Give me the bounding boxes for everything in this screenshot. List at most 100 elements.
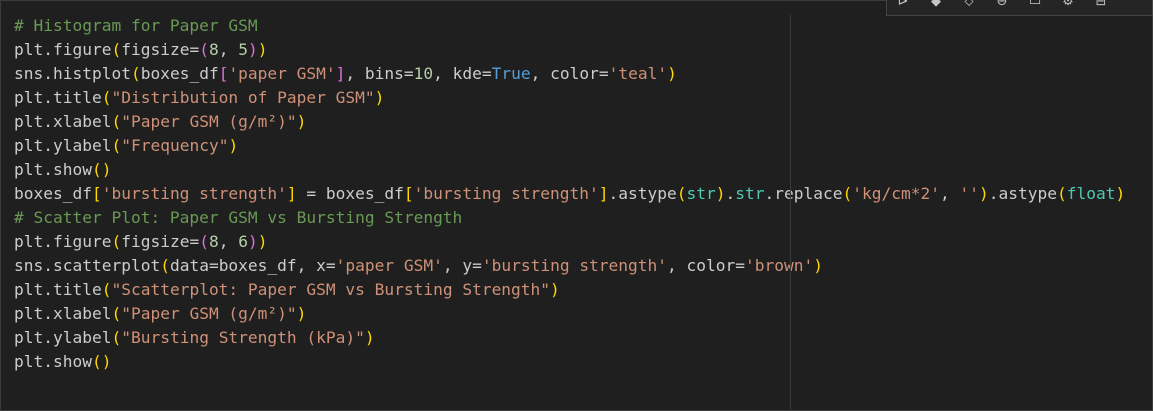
code-line[interactable]: boxes_df['bursting strength'] = boxes_df… — [14, 182, 1125, 206]
code-line[interactable]: sns.histplot(boxes_df['paper GSM'], bins… — [14, 62, 1125, 86]
code-token: , — [218, 40, 239, 59]
code-token: . — [43, 136, 53, 155]
code-token: plt — [14, 112, 44, 131]
code-token: "Frequency" — [121, 136, 229, 155]
gear-icon: ⚙ — [1062, 0, 1074, 9]
delete-icon[interactable]: ⊟ — [1085, 0, 1117, 15]
code-token: ) — [247, 232, 258, 251]
code-token: color — [686, 256, 736, 275]
code-token: 'paper GSM' — [335, 256, 443, 275]
code-token: = — [296, 184, 326, 203]
code-token: . — [43, 352, 53, 371]
code-token: 'bursting strength' — [413, 184, 599, 203]
code-token: figure — [53, 40, 112, 59]
code-token: ) — [978, 184, 989, 203]
run-below-icon: ◆ — [931, 0, 941, 9]
run-above-icon[interactable]: ⊳ — [887, 0, 919, 15]
code-token: plt — [14, 40, 44, 59]
code-token: ) — [257, 40, 268, 59]
code-token: [ — [218, 64, 229, 83]
code-token: . — [988, 184, 999, 203]
code-token: bins — [364, 64, 404, 83]
code-token: . — [725, 184, 736, 203]
code-line[interactable]: plt.figure(figsize=(8, 6)) — [14, 230, 1125, 254]
code-token: astype — [998, 184, 1057, 203]
split-cell-icon[interactable]: ⬦ — [953, 0, 985, 15]
code-token: . — [43, 40, 53, 59]
code-token: [ — [91, 184, 102, 203]
code-token: . — [43, 304, 53, 323]
link-icon[interactable]: ⊖ — [986, 0, 1018, 15]
code-token: boxes_df — [218, 256, 297, 275]
code-token: 'kg/cm*2' — [852, 184, 940, 203]
code-line[interactable]: plt.xlabel("Paper GSM (g/m²)") — [14, 110, 1125, 134]
code-token: ( — [111, 112, 122, 131]
code-token: boxes_df — [14, 184, 92, 203]
code-line[interactable]: plt.xlabel("Paper GSM (g/m²)") — [14, 302, 1125, 326]
code-line[interactable]: # Scatter Plot: Paper GSM vs Bursting St… — [14, 206, 1125, 230]
code-token: ) — [715, 184, 726, 203]
code-token: "Bursting Strength (kPa)" — [121, 328, 365, 347]
code-token: = — [403, 64, 414, 83]
code-line[interactable]: # Histogram for Paper GSM — [14, 14, 1125, 38]
code-token: , — [939, 184, 960, 203]
code-line[interactable]: sns.scatterplot(data=boxes_df, x='paper … — [14, 254, 1125, 278]
code-token: ( — [130, 64, 141, 83]
code-token: ylabel — [53, 136, 112, 155]
code-token: ] — [286, 184, 297, 203]
code-token: ) — [296, 112, 307, 131]
code-token: ) — [101, 352, 112, 371]
code-token: , — [433, 64, 453, 83]
code-token: . — [608, 184, 619, 203]
code-line[interactable]: plt.title("Scatterplot: Paper GSM vs Bur… — [14, 278, 1125, 302]
code-token: "Paper GSM (g/m²)" — [121, 112, 297, 131]
code-token: ) — [667, 64, 677, 83]
code-token: '' — [959, 184, 979, 203]
comment-icon: ▭ — [1028, 0, 1042, 9]
code-token: boxes_df — [325, 184, 404, 203]
code-token: . — [43, 280, 53, 299]
code-editor[interactable]: # Histogram for Paper GSM plt.figure(figs… — [14, 14, 1125, 374]
code-token: sns — [14, 256, 44, 275]
code-token: . — [764, 184, 775, 203]
code-token: 5 — [238, 40, 248, 59]
code-token: color — [550, 64, 599, 83]
code-token: "Scatterplot: Paper GSM vs Bursting Stre… — [111, 280, 551, 299]
code-token: xlabel — [53, 304, 112, 323]
comment-icon[interactable]: ▭ — [1019, 0, 1051, 15]
gear-icon[interactable]: ⚙ — [1052, 0, 1084, 15]
code-line[interactable]: plt.figure(figsize=(8, 5)) — [14, 38, 1125, 62]
code-token: = — [472, 256, 482, 275]
run-below-icon[interactable]: ◆ — [920, 0, 952, 15]
code-token: ) — [247, 40, 258, 59]
code-token: = — [189, 40, 200, 59]
code-token: , — [345, 64, 365, 83]
code-token: ) — [101, 160, 112, 179]
code-token: str — [735, 184, 765, 203]
code-token: ) — [228, 136, 239, 155]
column-ruler — [790, 15, 791, 411]
code-token: , — [442, 256, 463, 275]
code-token: sns — [14, 64, 44, 83]
link-icon: ⊖ — [996, 0, 1008, 9]
code-line[interactable]: plt.show() — [14, 158, 1125, 182]
code-token: ) — [364, 328, 375, 347]
code-line[interactable]: plt.ylabel("Frequency") — [14, 134, 1125, 158]
code-line[interactable]: plt.title("Distribution of Paper GSM") — [14, 86, 1125, 110]
code-line[interactable]: plt.ylabel("Bursting Strength (kPa)") — [14, 326, 1125, 350]
code-cell[interactable]: # Histogram for Paper GSM plt.figure(figs… — [0, 0, 1153, 411]
code-line[interactable]: plt.show() — [14, 350, 1125, 374]
code-token: . — [43, 64, 53, 83]
code-token: plt — [14, 88, 44, 107]
code-token: ) — [257, 232, 268, 251]
code-token: . — [43, 112, 53, 131]
code-token: ( — [111, 232, 122, 251]
code-token: "Paper GSM (g/m²)" — [121, 304, 297, 323]
code-token: , — [296, 256, 317, 275]
code-token: = — [481, 64, 492, 83]
code-token: xlabel — [53, 112, 112, 131]
code-token: , — [218, 232, 239, 251]
code-token: show — [53, 352, 92, 371]
code-token: # Histogram for Paper GSM — [14, 16, 258, 35]
code-token: 6 — [238, 232, 248, 251]
